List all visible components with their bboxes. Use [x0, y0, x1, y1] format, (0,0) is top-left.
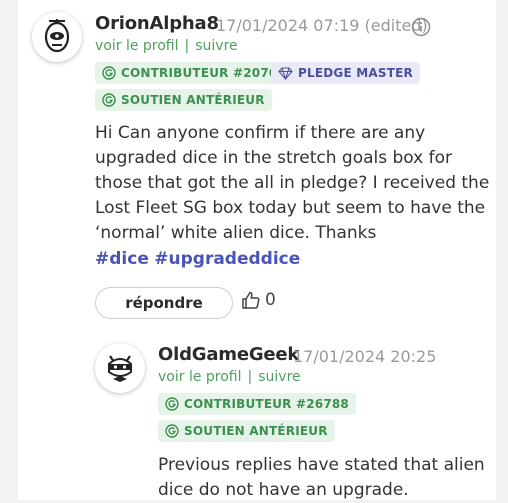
post-profile-links: voir le profil | suivre	[95, 38, 238, 54]
post-date: 17/01/2024 07:19 (edited)	[216, 16, 428, 35]
reply-date: 17/01/2024 20:25	[293, 347, 437, 366]
badge-contributor: CONTRIBUTEUR #26788	[158, 393, 356, 415]
follow-link[interactable]: suivre	[258, 369, 300, 385]
reply-text: Previous replies have stated that alien …	[158, 455, 485, 500]
contributor-g-icon	[165, 424, 179, 438]
info-icon[interactable]	[411, 17, 431, 37]
badge-label: PLEDGE MASTER	[298, 66, 413, 80]
ninja-avatar-icon	[108, 355, 132, 382]
contributor-g-icon	[165, 397, 179, 411]
hashtag-row: #dice #upgradeddice	[95, 247, 490, 272]
reply-profile-links: voir le profil | suivre	[158, 369, 301, 385]
link-separator: |	[184, 38, 190, 54]
view-profile-link[interactable]: voir le profil	[95, 38, 179, 54]
post-author[interactable]: OrionAlpha8	[95, 13, 219, 34]
badge-prior-supporter: SOUTIEN ANTÉRIEUR	[158, 420, 335, 442]
post-text: Hi Can anyone confirm if there are any u…	[95, 123, 490, 243]
avatar[interactable]	[32, 12, 82, 62]
badge-label: CONTRIBUTEUR #26788	[184, 397, 349, 411]
post-body: Hi Can anyone confirm if there are any u…	[95, 121, 490, 272]
hashtag-dice[interactable]: #dice	[95, 249, 149, 269]
reply-button[interactable]: répondre	[95, 287, 233, 319]
reply-author[interactable]: OldGameGeek	[158, 344, 299, 365]
badge-pledge-master: PLEDGE MASTER	[271, 62, 420, 84]
contributor-g-icon	[102, 66, 116, 80]
comment-card: OrionAlpha8 17/01/2024 07:19 (edited) vo…	[18, 0, 496, 500]
badge-label: SOUTIEN ANTÉRIEUR	[184, 424, 328, 438]
badge-label: SOUTIEN ANTÉRIEUR	[121, 93, 265, 107]
alien-avatar-icon	[44, 19, 70, 53]
contributor-g-icon	[102, 93, 116, 107]
thumbs-up-icon[interactable]	[241, 290, 261, 310]
like-count: 0	[265, 290, 276, 310]
follow-link[interactable]: suivre	[195, 38, 237, 54]
view-profile-link[interactable]: voir le profil	[158, 369, 242, 385]
link-separator: |	[247, 369, 253, 385]
diamond-icon	[278, 66, 293, 80]
badge-label: CONTRIBUTEUR #20703	[121, 66, 286, 80]
badge-prior-supporter: SOUTIEN ANTÉRIEUR	[95, 89, 272, 111]
badge-contributor: CONTRIBUTEUR #20703	[95, 62, 293, 84]
reply-avatar[interactable]	[95, 343, 145, 393]
like-control[interactable]: 0	[241, 290, 276, 310]
hashtag-upgradeddice[interactable]: #upgradeddice	[154, 249, 300, 269]
